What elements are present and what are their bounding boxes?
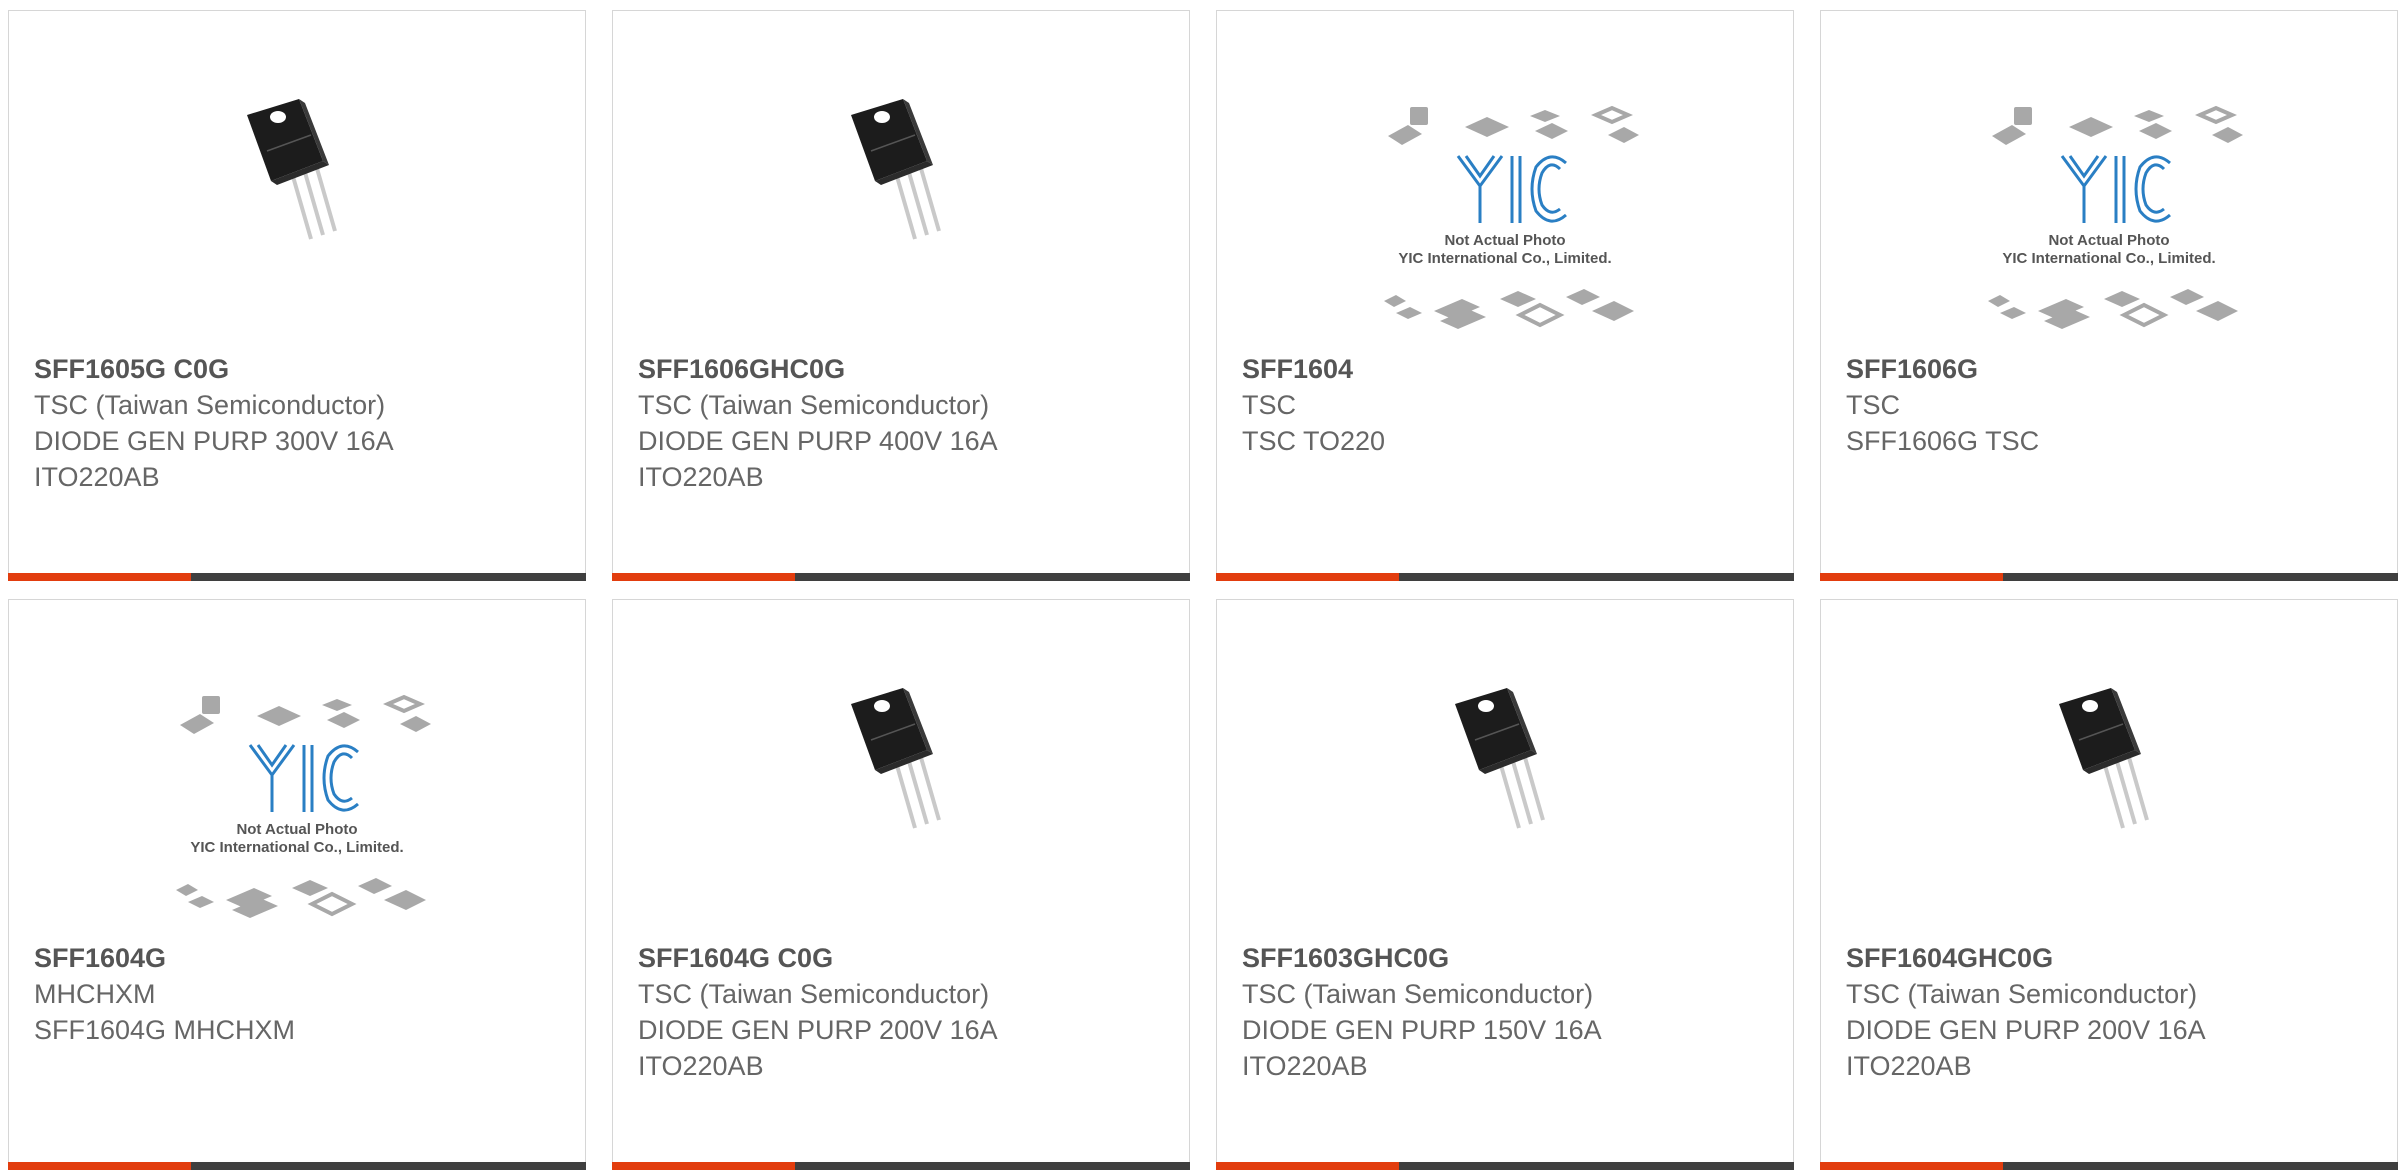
manufacturer: TSC (Taiwan Semiconductor) — [1846, 979, 2198, 1009]
product-image[interactable] — [613, 91, 1189, 361]
card-bottom-bar — [8, 573, 586, 581]
manufacturer: TSC — [1846, 390, 1900, 420]
part-number[interactable]: SFF1606G — [1846, 351, 2377, 387]
product-image[interactable] — [1821, 680, 2397, 950]
card-bottom-bar — [8, 1162, 586, 1170]
manufacturer: TSC (Taiwan Semiconductor) — [1242, 979, 1594, 1009]
placeholder-caption-2: YIC International Co., Limited. — [190, 839, 403, 856]
package — [34, 1048, 565, 1084]
card-accent-bar — [1820, 573, 2003, 581]
description: DIODE GEN PURP 200V 16A — [1846, 1015, 2206, 1045]
placeholder-caption-1: Not Actual Photo — [236, 821, 357, 838]
to220-transistor-icon — [851, 688, 941, 829]
card-accent-bar — [8, 573, 191, 581]
package: ITO220AB — [1846, 1051, 1972, 1081]
product-card[interactable]: SFF1604G C0G TSC (Taiwan Semiconductor) … — [612, 599, 1190, 1170]
description: SFF1606G TSC — [1846, 426, 2040, 456]
product-image[interactable] — [613, 680, 1189, 950]
manufacturer: TSC (Taiwan Semiconductor) — [638, 979, 990, 1009]
card-bottom-bar — [612, 1162, 1190, 1170]
product-image[interactable] — [9, 91, 585, 361]
card-accent-bar — [612, 1162, 795, 1170]
product-card[interactable]: Not Actual Photo YIC International Co., … — [1820, 10, 2398, 581]
part-number[interactable]: SFF1606GHC0G — [638, 351, 1169, 387]
description: DIODE GEN PURP 400V 16A — [638, 426, 998, 456]
manufacturer: TSC — [1242, 390, 1296, 420]
manufacturer: MHCHXM — [34, 979, 156, 1009]
package: ITO220AB — [638, 462, 764, 492]
package: ITO220AB — [1242, 1051, 1368, 1081]
to220-transistor-icon — [247, 99, 337, 240]
product-image[interactable]: Not Actual Photo YIC International Co., … — [1821, 101, 2397, 371]
placeholder-caption-2: YIC International Co., Limited. — [2002, 250, 2215, 267]
card-bottom-bar — [612, 573, 1190, 581]
part-number[interactable]: SFF1604G — [34, 940, 565, 976]
product-image[interactable]: Not Actual Photo YIC International Co., … — [9, 690, 585, 960]
card-accent-bar — [1216, 1162, 1399, 1170]
to220-transistor-icon — [1455, 688, 1545, 829]
product-card[interactable]: SFF1606GHC0G TSC (Taiwan Semiconductor) … — [612, 10, 1190, 581]
part-number[interactable]: SFF1603GHC0G — [1242, 940, 1773, 976]
card-bottom-bar — [1820, 573, 2398, 581]
description: DIODE GEN PURP 200V 16A — [638, 1015, 998, 1045]
to220-transistor-icon — [851, 99, 941, 240]
part-number[interactable]: SFF1604G C0G — [638, 940, 1169, 976]
product-grid: SFF1605G C0G TSC (Taiwan Semiconductor) … — [8, 10, 2398, 1170]
placeholder-caption-1: Not Actual Photo — [2048, 232, 2169, 249]
description: SFF1604G MHCHXM — [34, 1015, 296, 1045]
part-number[interactable]: SFF1605G C0G — [34, 351, 565, 387]
card-accent-bar — [1216, 573, 1399, 581]
product-card[interactable]: SFF1605G C0G TSC (Taiwan Semiconductor) … — [8, 10, 586, 581]
yic-placeholder-logo: Not Actual Photo YIC International Co., … — [1384, 105, 1639, 329]
placeholder-caption-1: Not Actual Photo — [1444, 232, 1565, 249]
card-accent-bar — [1820, 1162, 2003, 1170]
product-card[interactable]: Not Actual Photo YIC International Co., … — [1216, 10, 1794, 581]
description: DIODE GEN PURP 150V 16A — [1242, 1015, 1602, 1045]
product-card[interactable]: Not Actual Photo YIC International Co., … — [8, 599, 586, 1170]
manufacturer: TSC (Taiwan Semiconductor) — [638, 390, 990, 420]
package — [1846, 459, 2377, 495]
manufacturer: TSC (Taiwan Semiconductor) — [34, 390, 386, 420]
description: TSC TO220 — [1242, 426, 1386, 456]
yic-placeholder-logo: Not Actual Photo YIC International Co., … — [176, 694, 431, 918]
part-number[interactable]: SFF1604 — [1242, 351, 1773, 387]
product-image[interactable] — [1217, 680, 1793, 950]
package: ITO220AB — [34, 462, 160, 492]
to220-transistor-icon — [2059, 688, 2149, 829]
card-bottom-bar — [1216, 1162, 1794, 1170]
description: DIODE GEN PURP 300V 16A — [34, 426, 394, 456]
package: ITO220AB — [638, 1051, 764, 1081]
yic-placeholder-logo: Not Actual Photo YIC International Co., … — [1988, 105, 2243, 329]
product-card[interactable]: SFF1603GHC0G TSC (Taiwan Semiconductor) … — [1216, 599, 1794, 1170]
card-bottom-bar — [1820, 1162, 2398, 1170]
product-image[interactable]: Not Actual Photo YIC International Co., … — [1217, 101, 1793, 371]
part-number[interactable]: SFF1604GHC0G — [1846, 940, 2377, 976]
card-bottom-bar — [1216, 573, 1794, 581]
card-accent-bar — [8, 1162, 191, 1170]
card-accent-bar — [612, 573, 795, 581]
product-card[interactable]: SFF1604GHC0G TSC (Taiwan Semiconductor) … — [1820, 599, 2398, 1170]
placeholder-caption-2: YIC International Co., Limited. — [1398, 250, 1611, 267]
package — [1242, 459, 1773, 495]
